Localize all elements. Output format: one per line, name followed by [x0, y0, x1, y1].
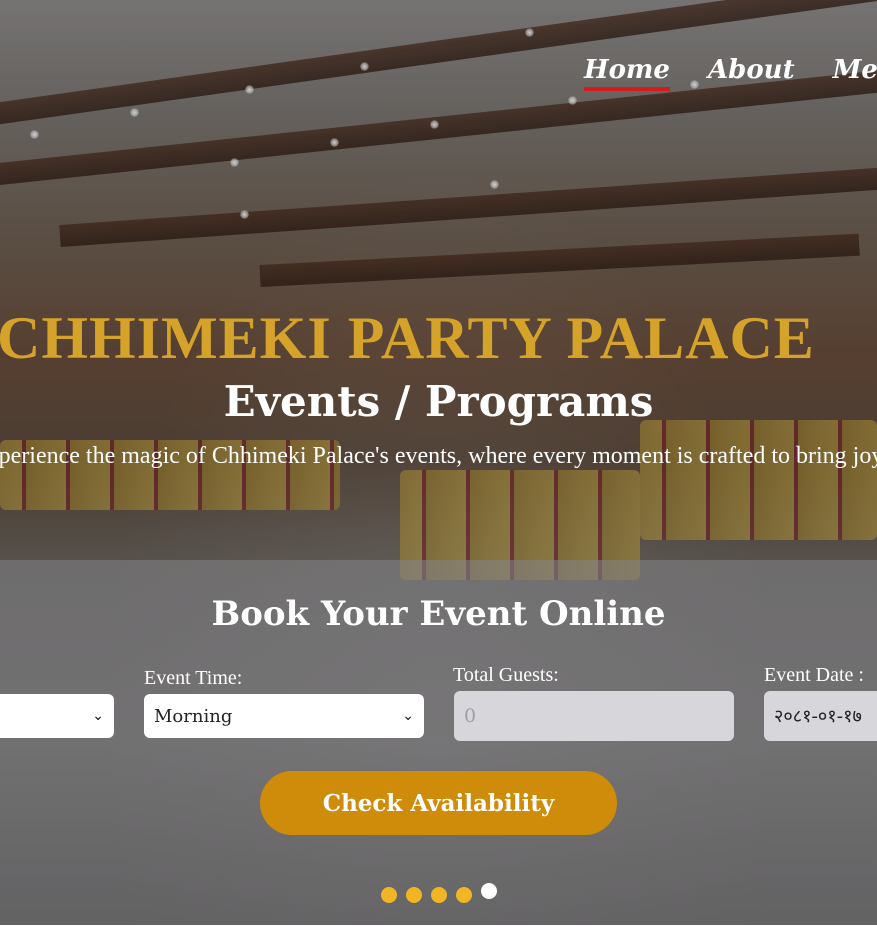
- check-availability-button[interactable]: Check Availability: [260, 771, 617, 835]
- main-nav: Home About Menu: [584, 55, 877, 91]
- event-time-value: Morning: [154, 705, 233, 727]
- slider-dots: [381, 883, 497, 903]
- slider-dot[interactable]: [406, 887, 422, 903]
- event-date-value: २०८१-०१-१७: [774, 706, 862, 727]
- nav-menu-link[interactable]: Menu: [833, 55, 877, 89]
- slider-dot[interactable]: [456, 887, 472, 903]
- chevron-down-icon: ⌄: [402, 708, 414, 724]
- nav-home-link[interactable]: Home: [584, 55, 670, 91]
- total-guests-input[interactable]: 0: [454, 691, 734, 741]
- hero-banner: Home About Menu CHHIMEKI PARTY PALACE Ev…: [0, 0, 877, 925]
- hero-subtitle: Events / Programs: [223, 377, 654, 426]
- total-guests-placeholder: 0: [464, 705, 477, 727]
- event-date-label: Event Date :: [764, 664, 864, 686]
- event-date-input[interactable]: २०८१-०१-१७: [764, 691, 877, 741]
- hero-tagline: Experience the magic of Chhimeki Palace'…: [0, 443, 877, 469]
- site-title: CHHIMEKI PARTY PALACE: [0, 305, 815, 371]
- total-guests-label: Total Guests:: [453, 664, 559, 686]
- booking-heading: Book Your Event Online: [211, 594, 666, 634]
- nav-about-link[interactable]: About: [708, 55, 795, 89]
- chevron-down-icon: ⌄: [92, 708, 104, 724]
- event-time-label: Event Time:: [144, 667, 243, 689]
- event-type-select[interactable]: ⌄: [0, 694, 114, 738]
- slider-dot[interactable]: [381, 887, 397, 903]
- slider-dot[interactable]: [431, 887, 447, 903]
- event-time-select[interactable]: Morning ⌄: [144, 694, 424, 738]
- slider-dot-active[interactable]: [481, 883, 497, 899]
